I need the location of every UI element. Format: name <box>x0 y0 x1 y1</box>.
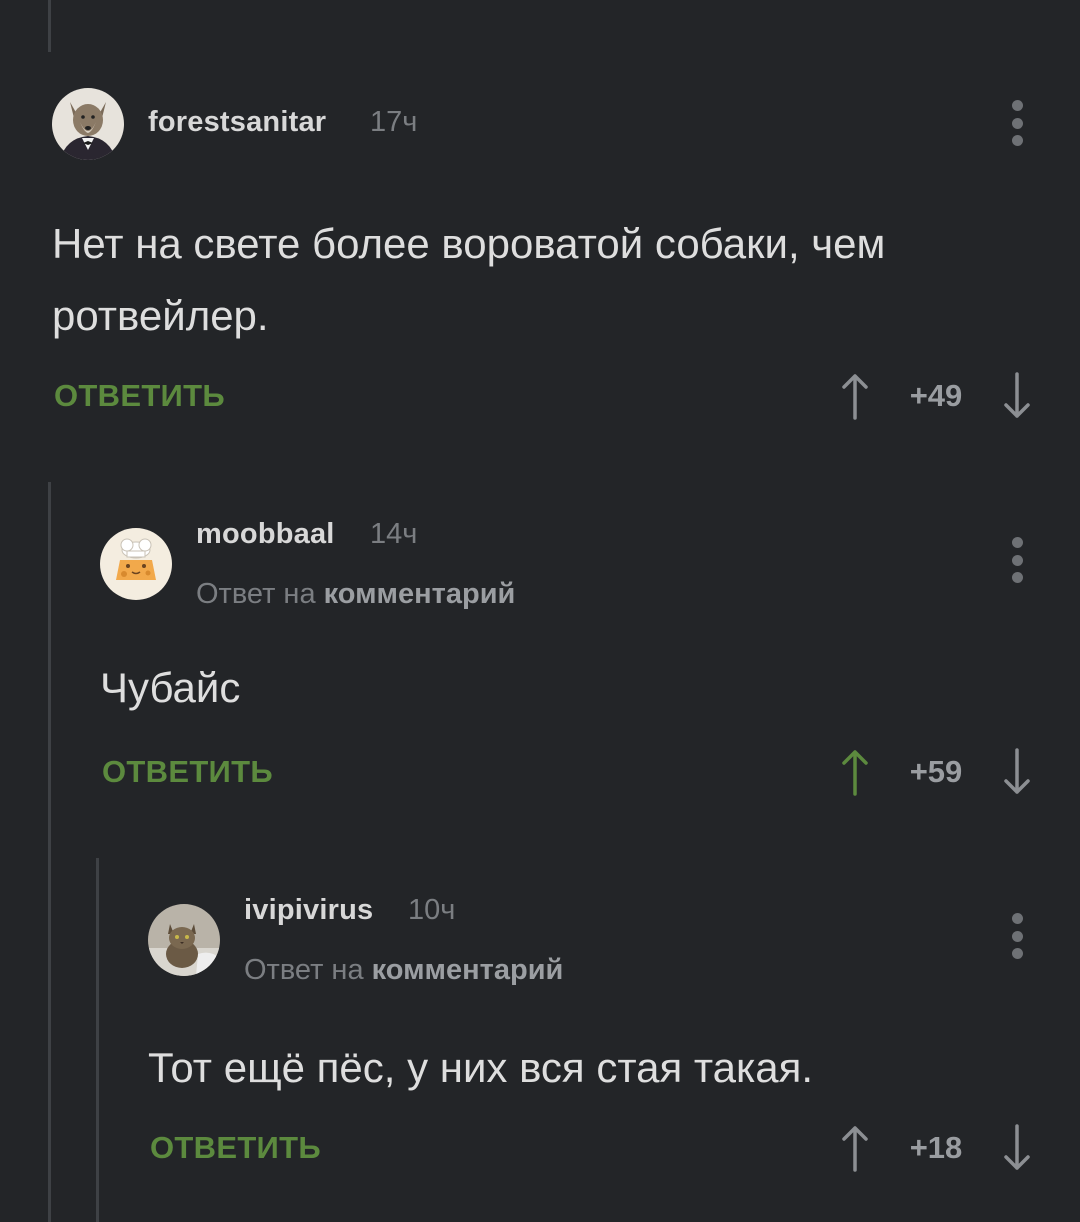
rating-value: +18 <box>909 1130 963 1165</box>
thread-line-level-1[interactable] <box>48 482 51 1222</box>
comment-time: 17ч <box>370 106 418 138</box>
dot-icon <box>1011 948 1023 959</box>
username[interactable]: moobbaal <box>196 518 335 551</box>
comment-text: Тот ещё пёс, у них вся стая такая. <box>148 1044 814 1091</box>
wolf-in-suit-avatar-icon <box>52 88 124 160</box>
reply-to-link[interactable]: комментарий <box>324 578 516 610</box>
dot-icon <box>1011 554 1023 566</box>
more-options-button[interactable] <box>1007 537 1027 583</box>
dot-icon <box>1011 100 1023 111</box>
more-options-button[interactable] <box>1007 100 1027 146</box>
reply-to-prefix: Ответ на <box>196 578 316 610</box>
avatar[interactable] <box>100 528 172 600</box>
arrow-down-icon <box>1004 1124 1030 1170</box>
thread-line-level-2[interactable] <box>96 858 99 1222</box>
dot-icon <box>1011 930 1023 942</box>
reply-to-label: Ответ на комментарий <box>196 578 515 611</box>
upvote-button[interactable] <box>840 748 870 796</box>
dot-icon <box>1011 537 1023 548</box>
dot-icon <box>1011 913 1023 924</box>
downvote-button[interactable] <box>1002 1124 1032 1172</box>
reply-to-prefix: Ответ на <box>244 954 364 986</box>
dot-icon <box>1011 135 1023 146</box>
arrow-up-icon <box>842 1126 868 1172</box>
reply-button[interactable]: ОТВЕТИТЬ <box>150 1130 321 1166</box>
dot-icon <box>1011 572 1023 583</box>
reply-button[interactable]: ОТВЕТИТЬ <box>102 754 273 790</box>
dot-icon <box>1011 117 1023 129</box>
avatar[interactable] <box>52 88 124 160</box>
rating-value: +59 <box>909 754 963 789</box>
rating-value: +49 <box>909 378 963 413</box>
cheese-chef-avatar-icon <box>100 528 172 600</box>
reply-button[interactable]: ОТВЕТИТЬ <box>54 378 225 414</box>
comments-page: forestsanitar 17ч Нет на свете более вор… <box>0 0 1080 1222</box>
thread-line-top <box>48 0 51 52</box>
arrow-up-icon <box>842 374 868 420</box>
comment-time: 14ч <box>370 518 418 550</box>
arrow-down-icon <box>1004 748 1030 794</box>
reply-to-label: Ответ на комментарий <box>244 954 563 987</box>
downvote-button[interactable] <box>1002 748 1032 796</box>
avatar[interactable] <box>148 904 220 976</box>
comment-time: 10ч <box>408 894 456 926</box>
cat-avatar-icon <box>148 904 220 976</box>
username[interactable]: forestsanitar <box>148 106 326 139</box>
upvote-button[interactable] <box>840 1124 870 1172</box>
arrow-up-icon <box>842 750 868 796</box>
more-options-button[interactable] <box>1007 913 1027 959</box>
downvote-button[interactable] <box>1002 372 1032 420</box>
reply-to-link[interactable]: комментарий <box>372 954 564 986</box>
comment-text: Нет на свете более вороватой собаки, чем… <box>52 220 886 339</box>
arrow-down-icon <box>1004 372 1030 418</box>
upvote-button[interactable] <box>840 372 870 420</box>
comment-text: Чубайс <box>100 664 241 711</box>
username[interactable]: ivipivirus <box>244 894 373 927</box>
